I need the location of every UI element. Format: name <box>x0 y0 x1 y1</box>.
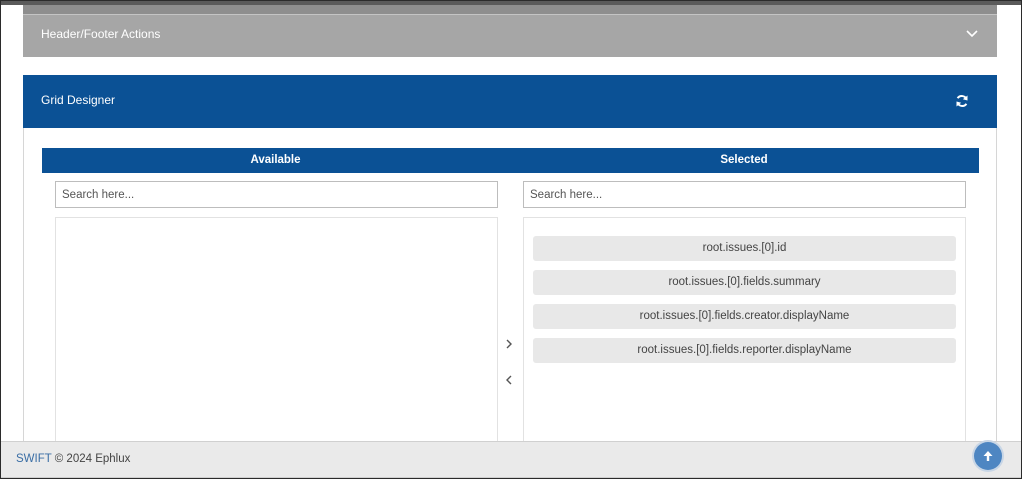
available-list[interactable] <box>55 217 498 478</box>
footer: SWIFT © 2024 Ephlux <box>1 441 1021 478</box>
chevron-down-icon[interactable] <box>965 26 979 40</box>
scroll-to-top-button[interactable] <box>974 442 1002 470</box>
header-footer-actions-title: Header/Footer Actions <box>41 27 161 41</box>
footer-text: SWIFT © 2024 Ephlux <box>16 453 130 465</box>
list-item[interactable]: root.issues.[0].id <box>533 236 956 261</box>
available-search-input[interactable] <box>55 181 498 208</box>
footer-brand-link[interactable]: SWIFT <box>16 453 52 465</box>
bottom-strip <box>1 477 1021 478</box>
grid-designer-header: Grid Designer <box>23 75 997 128</box>
chevron-right-icon[interactable] <box>502 337 516 351</box>
grid-designer-title: Grid Designer <box>41 93 116 107</box>
selected-list[interactable]: root.issues.[0].id root.issues.[0].field… <box>523 217 966 478</box>
chevron-left-icon[interactable] <box>502 373 516 387</box>
grid-designer-panel: Grid Designer Available Selected root.is… <box>23 75 997 478</box>
arrow-up-icon <box>983 451 993 461</box>
available-column-label: Available <box>250 154 301 166</box>
list-item[interactable]: root.issues.[0].fields.summary <box>533 270 956 295</box>
list-item[interactable]: root.issues.[0].fields.creator.displayNa… <box>533 304 956 329</box>
footer-copyright: © 2024 Ephlux <box>54 453 131 465</box>
list-item[interactable]: root.issues.[0].fields.reporter.displayN… <box>533 338 956 363</box>
refresh-icon[interactable] <box>955 94 969 108</box>
column-header-bar: Available Selected <box>42 148 979 173</box>
selected-column-label: Selected <box>720 154 768 166</box>
app-frame: Header/Footer Actions Grid Designer Avai… <box>0 0 1022 479</box>
selected-search-input[interactable] <box>523 181 966 208</box>
header-footer-actions-panel[interactable]: Header/Footer Actions <box>23 5 997 57</box>
